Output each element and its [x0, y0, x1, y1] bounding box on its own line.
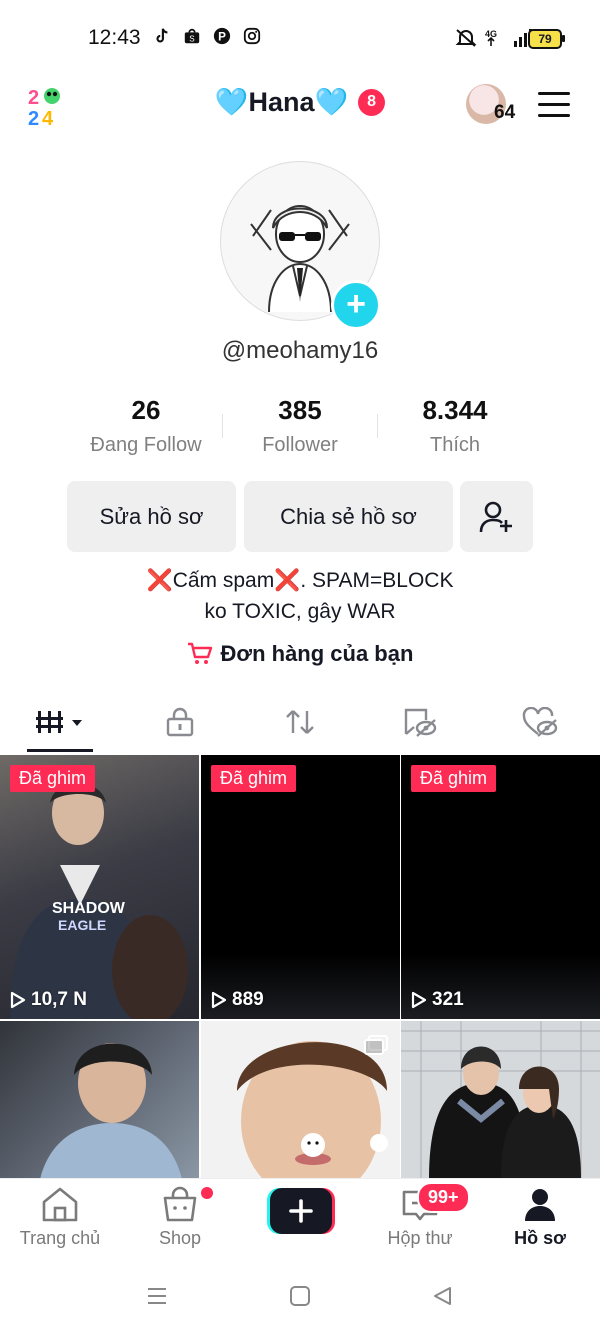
add-avatar-button[interactable]: +: [331, 280, 381, 330]
active-tab-indicator: [27, 749, 93, 752]
home-button-icon[interactable]: [289, 1285, 311, 1307]
shopee-icon: S: [182, 26, 202, 46]
4g-icon: 4G: [485, 29, 497, 46]
status-app-icons: S P: [152, 26, 262, 46]
nav-profile[interactable]: Hồ sơ: [480, 1186, 600, 1249]
nav-shop-label: Shop: [158, 1228, 202, 1248]
stat-following-value: 26: [131, 395, 161, 425]
play-icon: [211, 991, 227, 1009]
hamburger-menu-icon[interactable]: [538, 92, 570, 118]
bio-line-1: ❌Cấm spam❌. SPAM=BLOCK: [146, 569, 454, 592]
stat-followers-label: Follower: [262, 434, 338, 456]
orders-link[interactable]: Đơn hàng của bạn: [0, 641, 600, 667]
tab-videos[interactable]: [0, 700, 120, 744]
video-thumbnail[interactable]: Đã ghim 889: [201, 755, 400, 1019]
status-system-icons: 4G: [455, 28, 535, 48]
pinned-badge: Đã ghim: [10, 765, 96, 792]
pinterest-icon: P: [212, 26, 232, 46]
username: @meohamy16: [221, 337, 379, 364]
video-thumbnail[interactable]: Đã ghim 321: [401, 755, 600, 1019]
account-avatar-count: 64: [494, 102, 516, 123]
tab-liked[interactable]: [480, 700, 600, 744]
nav-shop[interactable]: Shop: [120, 1186, 240, 1249]
tab-private[interactable]: [120, 700, 240, 744]
shop-notification-dot: [199, 1185, 215, 1201]
video-views: 321: [411, 989, 464, 1011]
stat-following-label: Đang Follow: [90, 434, 202, 456]
play-icon: [411, 991, 427, 1009]
stat-followers[interactable]: 385 Follower: [225, 395, 375, 457]
svg-text:P: P: [218, 31, 226, 44]
svg-text:S: S: [189, 34, 195, 43]
nav-home-label: Trang chủ: [19, 1228, 101, 1248]
mute-icon: [455, 29, 477, 47]
battery-indicator: 79: [528, 29, 565, 49]
video-views-count: 10,7 N: [31, 989, 87, 1010]
photo-icon: [364, 1035, 388, 1055]
page-title: 🩵Hana🩵: [214, 87, 349, 117]
share-profile-button[interactable]: Chia sẻ hồ sơ: [244, 481, 453, 552]
instagram-icon: [242, 26, 262, 46]
back-icon[interactable]: [431, 1285, 453, 1307]
video-thumbnail[interactable]: [0, 1021, 199, 1179]
add-user-icon: [479, 501, 512, 532]
repost-icon: [286, 710, 314, 734]
recents-icon[interactable]: [146, 1285, 168, 1307]
status-time: 12:43: [88, 26, 141, 49]
shopping-bag-icon: [163, 1186, 197, 1222]
video-thumbnail[interactable]: [201, 1021, 400, 1179]
tab-reposts[interactable]: [240, 700, 360, 744]
nav-profile-label: Hồ sơ: [514, 1228, 566, 1248]
svg-text:SHADOW: SHADOW: [52, 900, 126, 917]
stat-divider: [377, 414, 378, 438]
cart-icon: [187, 642, 212, 664]
stat-likes[interactable]: 8.344 Thích: [380, 395, 530, 457]
stat-followers-value: 385: [278, 395, 322, 425]
tiktok-icon: [152, 26, 172, 46]
orders-label: Đơn hàng của bạn: [220, 641, 414, 666]
videos-grid-icon: [36, 711, 82, 733]
add-friends-button[interactable]: [460, 481, 533, 552]
video-views-count: 889: [232, 989, 264, 1010]
pinned-badge: Đã ghim: [211, 765, 297, 792]
video-thumbnail[interactable]: SHADOW EAGLE Đã ghim 10,7 N: [0, 755, 199, 1019]
create-button[interactable]: [267, 1188, 335, 1234]
stat-divider: [222, 414, 223, 438]
svg-text:EAGLE: EAGLE: [58, 917, 106, 933]
video-thumbnail[interactable]: [401, 1021, 600, 1179]
bio-line-2: ko TOXIC, gây WAR: [204, 600, 396, 623]
liked-icon: [522, 707, 558, 737]
inbox-badge: 99+: [417, 1182, 470, 1213]
play-icon: [10, 991, 26, 1009]
nav-inbox-label: Hộp thư: [387, 1228, 453, 1248]
video-views-count: 321: [432, 989, 464, 1010]
plus-icon: [267, 1188, 335, 1234]
tab-favorites[interactable]: [360, 700, 480, 744]
system-navigation-bar: [0, 1284, 600, 1333]
pinned-badge: Đã ghim: [411, 765, 497, 792]
favorites-icon: [404, 708, 437, 737]
home-icon: [42, 1187, 78, 1222]
video-views: 10,7 N: [10, 989, 87, 1011]
notification-badge: 8: [358, 88, 386, 116]
edit-profile-button[interactable]: Sửa hồ sơ: [67, 481, 236, 552]
video-views: 889: [211, 989, 264, 1011]
stat-likes-label: Thích: [429, 434, 481, 456]
lock-icon: [166, 707, 194, 737]
profile-icon: [525, 1189, 555, 1221]
nav-home[interactable]: Trang chủ: [0, 1186, 120, 1249]
stat-likes-value: 8.344: [422, 395, 488, 425]
stat-following[interactable]: 26 Đang Follow: [71, 395, 221, 457]
